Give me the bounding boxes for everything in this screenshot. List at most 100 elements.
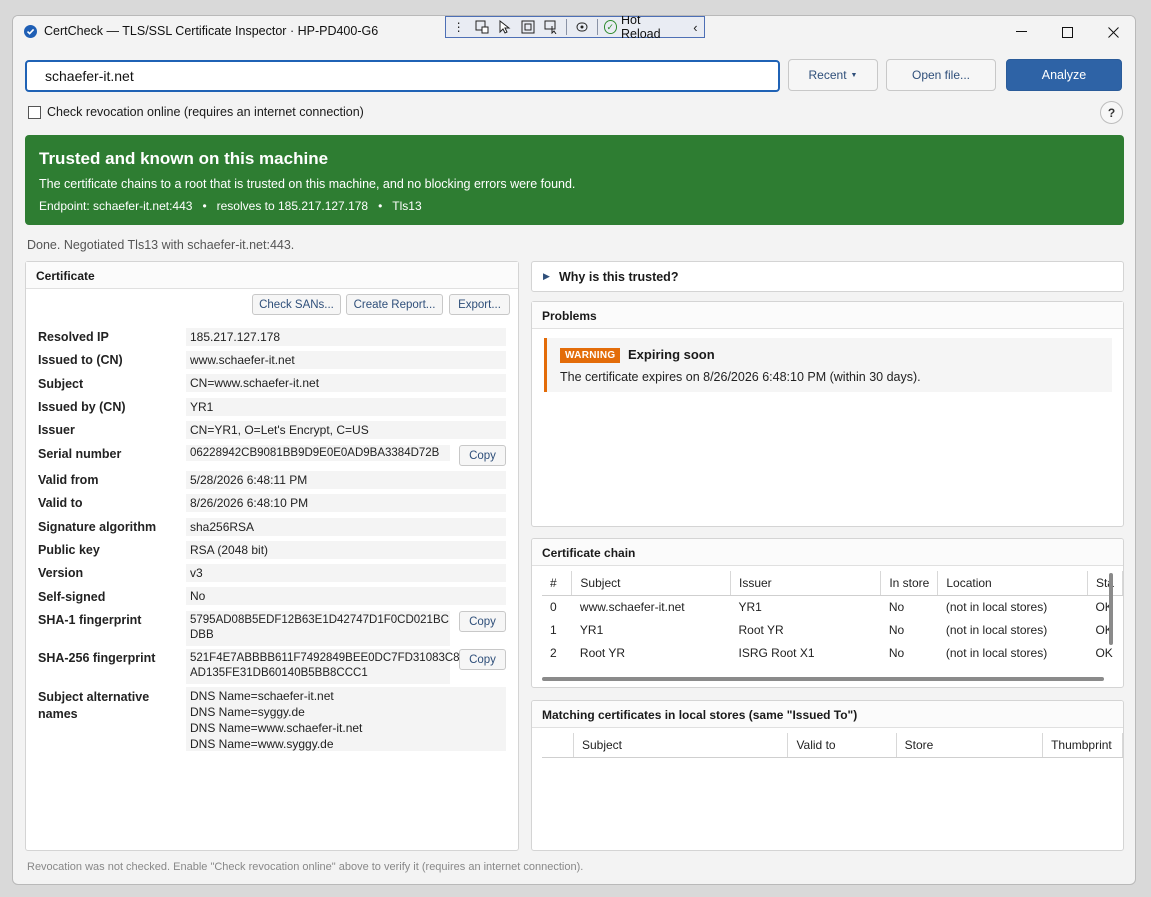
minimize-icon <box>1015 31 1027 32</box>
resolves-text: resolves to 185.217.127.178 <box>216 199 369 213</box>
matching-certificates-panel: Matching certificates in local stores (s… <box>531 700 1124 851</box>
sha256-line: 521F4E7ABBBB611F7492849BEE0DC7FD31083C8 <box>190 652 460 664</box>
column-header-subject[interactable]: Subject <box>573 733 789 758</box>
hot-reload-status[interactable]: ✓ Hot Reload <box>603 15 681 41</box>
check-sans-button[interactable]: Check SANs... <box>252 294 341 315</box>
certificate-panel: Certificate Check SANs... Create Report.… <box>25 261 519 851</box>
issued-by-label: Issued by (CN) <box>38 400 126 414</box>
chain-cell-subject: Root YR <box>579 645 626 660</box>
chain-cell-index: 0 <box>550 599 557 614</box>
host-input[interactable]: schaefer-it.net <box>25 60 780 92</box>
issued-by-value: YR1 <box>186 398 506 416</box>
drag-handle-icon[interactable]: ⋮ <box>450 19 467 35</box>
valid-from-value: 5/28/2026 6:48:11 PM <box>186 471 506 489</box>
sha1-value: 5795AD08B5EDF12B63E1D42747D1F0CD021BC DB… <box>186 611 450 646</box>
public-key-label: Public key <box>38 543 100 557</box>
column-header-status[interactable]: Sta <box>1087 571 1123 596</box>
column-header-select[interactable] <box>542 733 574 758</box>
revocation-footer-note: Revocation was not checked. Enable "Chec… <box>27 861 584 873</box>
expand-triangle-icon: ▶ <box>543 271 550 281</box>
column-header-index[interactable]: # <box>542 571 573 596</box>
chain-row[interactable]: 1 YR1 Root YR No (not in local stores) O… <box>542 618 1123 641</box>
minimize-button[interactable] <box>998 16 1044 48</box>
display-layout-adorners-icon[interactable] <box>520 19 537 35</box>
chain-cell-issuer: Root YR <box>738 622 784 637</box>
subject-value: CN=www.schaefer-it.net <box>186 374 506 392</box>
chain-cell-location: (not in local stores) <box>945 599 1048 614</box>
chain-cell-subject: www.schaefer-it.net <box>579 599 685 614</box>
analyze-button[interactable]: Analyze <box>1006 59 1122 91</box>
chain-cell-location: (not in local stores) <box>945 622 1048 637</box>
app-title: CertCheck — TLS/SSL Certificate Inspecto… <box>44 24 287 38</box>
certificate-chain-panel: Certificate chain # Subject Issuer In st… <box>531 538 1124 688</box>
sha256-label: SHA-256 fingerprint <box>38 651 156 665</box>
chain-row[interactable]: 2 Root YR ISRG Root X1 No (not in local … <box>542 641 1123 664</box>
matching-header-row: Subject Valid to Store Thumbprint <box>542 733 1123 758</box>
column-header-in-store[interactable]: In store <box>880 571 939 596</box>
create-report-button[interactable]: Create Report... <box>346 294 443 315</box>
status-line: Done. Negotiated Tls13 with schaefer-it.… <box>27 238 295 252</box>
revocation-checkbox[interactable] <box>28 105 41 119</box>
select-element-icon[interactable] <box>497 19 514 35</box>
machine-name: HP-PD400-G6 <box>297 24 379 38</box>
banner-endpoint-line: Endpoint: schaefer-it.net:443 • resolves… <box>39 199 422 213</box>
revocation-label: Check revocation online (requires an int… <box>47 105 364 119</box>
san-label-line: names <box>38 707 78 721</box>
toolbar-separator <box>596 19 598 35</box>
hot-reload-check-icon: ✓ <box>603 20 617 34</box>
column-header-valid-to[interactable]: Valid to <box>787 733 897 758</box>
copy-sha1-button[interactable]: Copy <box>459 611 506 632</box>
column-header-thumbprint[interactable]: Thumbprint <box>1042 733 1123 758</box>
window-title: CertCheck — TLS/SSL Certificate Inspecto… <box>44 24 378 38</box>
open-file-button[interactable]: Open file... <box>886 59 996 91</box>
maximize-button[interactable] <box>1044 16 1090 48</box>
self-signed-label: Self-signed <box>38 590 106 604</box>
sha256-line: AD135FE31DB60140B5BB8CCC1 <box>190 667 368 679</box>
export-button[interactable]: Export... <box>449 294 510 315</box>
live-visual-tree-icon[interactable] <box>473 19 490 35</box>
column-header-issuer[interactable]: Issuer <box>730 571 882 596</box>
close-button[interactable] <box>1090 16 1135 48</box>
bullet-separator: • <box>378 199 383 213</box>
valid-to-label: Valid to <box>38 496 83 510</box>
help-button[interactable]: ? <box>1100 101 1123 124</box>
xaml-debug-toolbar: ⋮ ✓ Hot Reload ‹ <box>445 15 705 41</box>
version-label: Version <box>38 566 84 580</box>
problems-panel: Problems WARNING Expiring soon The certi… <box>531 301 1124 527</box>
serial-label: Serial number <box>38 447 122 461</box>
problem-description: The certificate expires on 8/26/2026 6:4… <box>560 370 921 384</box>
issuer-label: Issuer <box>38 423 75 437</box>
collapse-toolbar-chevron-icon[interactable]: ‹ <box>687 19 704 35</box>
hot-reload-label: Hot Reload <box>620 15 661 41</box>
trust-banner: Trusted and known on this machine The ce… <box>25 135 1124 225</box>
chain-row[interactable]: 0 www.schaefer-it.net YR1 No (not in loc… <box>542 595 1123 618</box>
problems-panel-header: Problems <box>532 302 1123 329</box>
chain-cell-issuer: YR1 <box>738 599 762 614</box>
sha1-line: 5795AD08B5EDF12B63E1D42747D1F0CD021BC <box>190 614 449 626</box>
warning-badge: WARNING <box>560 348 621 363</box>
chain-horizontal-scrollbar[interactable] <box>542 677 1104 681</box>
problem-item: WARNING Expiring soon The certificate ex… <box>544 338 1112 392</box>
app-window: CertCheck — TLS/SSL Certificate Inspecto… <box>12 15 1136 885</box>
resolved-ip-value: 185.217.127.178 <box>186 328 506 346</box>
column-header-subject[interactable]: Subject <box>571 571 731 596</box>
chain-vertical-scrollbar[interactable] <box>1109 573 1113 645</box>
maximize-icon <box>1061 26 1073 38</box>
revocation-checkbox-row[interactable]: Check revocation online (requires an int… <box>28 105 364 119</box>
recent-button[interactable]: Recent ▼ <box>788 59 878 91</box>
track-focused-element-icon[interactable] <box>543 19 560 35</box>
column-header-store[interactable]: Store <box>896 733 1044 758</box>
banner-description: The certificate chains to a root that is… <box>39 177 576 191</box>
valid-to-value: 8/26/2026 6:48:10 PM <box>186 494 506 512</box>
why-trusted-label: Why is this trusted? <box>559 270 679 284</box>
chain-header-row: # Subject Issuer In store Location Sta <box>542 571 1123 596</box>
why-trusted-expander[interactable]: ▶ Why is this trusted? <box>531 261 1124 292</box>
copy-serial-button[interactable]: Copy <box>459 445 506 466</box>
binding-failures-icon[interactable] <box>573 19 590 35</box>
valid-from-label: Valid from <box>38 473 99 487</box>
copy-sha256-button[interactable]: Copy <box>459 649 506 670</box>
public-key-value: RSA (2048 bit) <box>186 541 506 559</box>
sha1-label: SHA-1 fingerprint <box>38 613 142 627</box>
column-header-location[interactable]: Location <box>937 571 1088 596</box>
bullet-separator: • <box>202 199 207 213</box>
